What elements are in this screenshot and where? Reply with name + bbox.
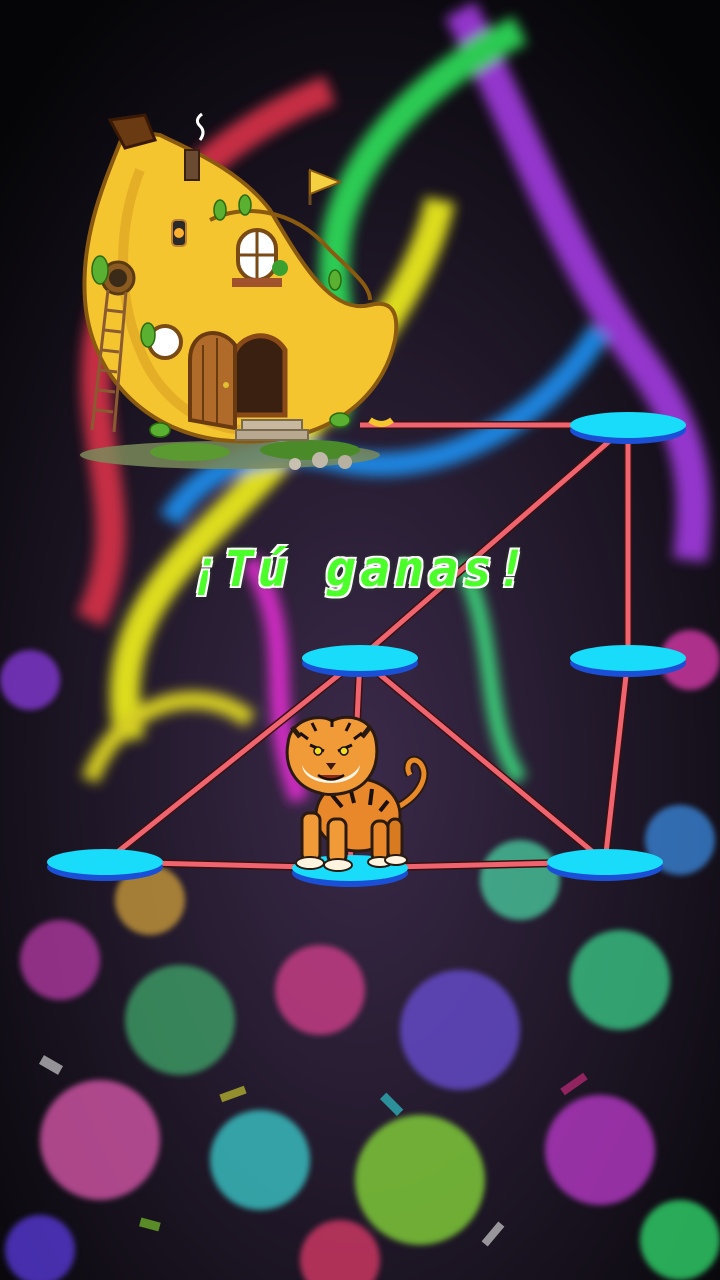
result-text: ¡Tú ganas! (189, 540, 531, 598)
node-top (547, 849, 663, 875)
node-top (570, 412, 686, 438)
node-bottom-left[interactable] (47, 849, 163, 881)
node-top (570, 645, 686, 671)
node-middle[interactable] (302, 645, 418, 677)
game-board (47, 112, 686, 887)
tiger-icon[interactable] (285, 715, 429, 872)
game-screen: ¡Tú ganas! (0, 0, 720, 1280)
banana-house-icon[interactable] (80, 112, 399, 470)
node-bottom-right[interactable] (547, 849, 663, 881)
node-top-right[interactable] (570, 412, 686, 444)
node-mid-right[interactable] (570, 645, 686, 677)
node-top (47, 849, 163, 875)
node-top (302, 645, 418, 671)
path-line-mid-right-bottom-right (602, 657, 631, 863)
